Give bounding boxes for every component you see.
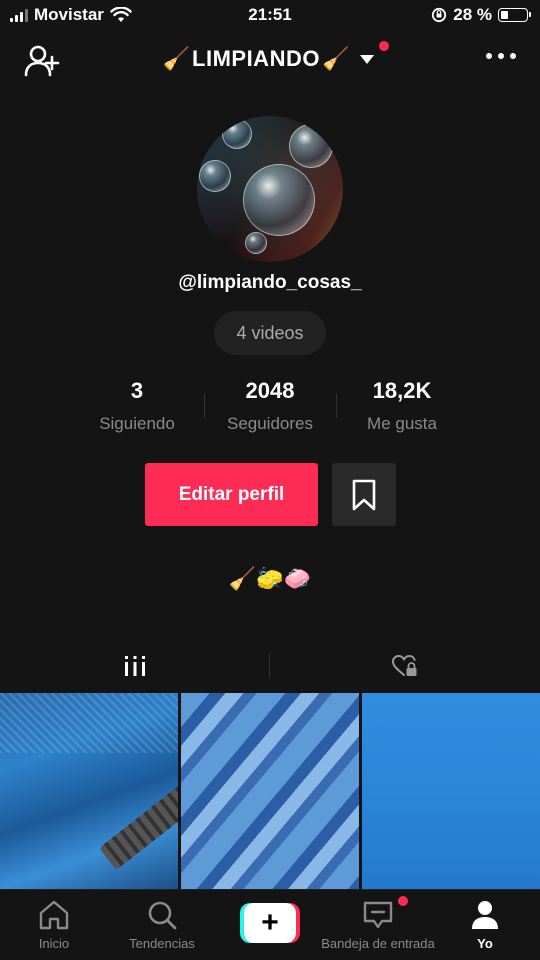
username: @limpiando_cosas_	[178, 272, 362, 293]
grid-icon	[125, 656, 145, 676]
video-thumbnail[interactable]	[362, 693, 540, 889]
profile-bio: 🧹🧽🧼	[228, 566, 312, 591]
nav-label: Tendencias	[129, 936, 195, 951]
profile-stats: 3 Siguiendo 2048 Seguidores 18,2K Me gus…	[0, 378, 540, 438]
nav-label: Yo	[477, 936, 493, 951]
stat-value: 3	[130, 378, 144, 403]
stat-label: Seguidores	[226, 414, 313, 433]
chevron-down-icon	[357, 41, 390, 69]
content-tabs	[0, 640, 540, 692]
create-button[interactable]: +	[240, 903, 300, 943]
broom-emoji: 🧹	[162, 46, 191, 71]
dot-icon	[498, 53, 504, 59]
bookmark-icon	[352, 479, 376, 510]
dot-icon	[486, 53, 492, 59]
stat-following[interactable]: 3 Siguiendo	[62, 378, 212, 434]
search-icon	[148, 901, 177, 930]
video-thumbnail[interactable]	[181, 693, 359, 889]
dot-icon	[510, 53, 516, 59]
avatar[interactable]	[197, 116, 343, 262]
plus-icon: +	[244, 903, 296, 943]
nav-label: Inicio	[38, 936, 70, 951]
stat-value: 18,2K	[372, 378, 432, 403]
tab-videos[interactable]	[0, 640, 270, 692]
notification-dot	[379, 41, 390, 51]
notification-dot	[398, 896, 408, 906]
profile-icon	[472, 901, 498, 929]
orientation-lock-icon	[432, 7, 447, 23]
stat-value: 2048	[245, 378, 295, 403]
battery-percent: 28 %	[453, 5, 492, 24]
nav-home[interactable]: Inicio	[18, 890, 90, 960]
broom-emoji: 🧹	[321, 46, 350, 71]
heart-lock-icon	[392, 655, 417, 676]
home-icon	[39, 900, 69, 930]
profile-title: LIMPIANDO	[192, 46, 320, 71]
nav-profile[interactable]: Yo	[455, 890, 515, 960]
profile-header: 🧹 LIMPIANDO 🧹	[0, 40, 540, 84]
nav-label: Bandeja de entrada	[321, 936, 435, 951]
status-right: 28 %	[431, 5, 531, 25]
nav-inbox[interactable]: Bandeja de entrada	[308, 890, 448, 960]
account-switcher[interactable]: 🧹 LIMPIANDO 🧹	[0, 41, 540, 72]
status-bar: Movistar 21:51 28 %	[0, 0, 540, 30]
videos-count-pill[interactable]: 4 videos	[214, 311, 326, 355]
battery-icon	[498, 8, 531, 22]
tab-liked-private[interactable]	[270, 640, 540, 692]
stat-likes[interactable]: 18,2K Me gusta	[327, 378, 477, 434]
stat-followers[interactable]: 2048 Seguidores	[195, 378, 345, 434]
battery-level	[501, 11, 508, 19]
video-thumbnail[interactable]	[0, 693, 178, 889]
edit-profile-button[interactable]: Editar perfil	[145, 463, 318, 526]
nav-discover[interactable]: Tendencias	[112, 890, 212, 960]
stat-label: Me gusta	[367, 414, 437, 433]
more-options-button[interactable]	[486, 53, 516, 59]
inbox-icon	[363, 901, 393, 929]
video-grid	[0, 693, 540, 889]
favorites-button[interactable]	[332, 463, 396, 526]
bottom-navigation: Inicio Tendencias + Bandeja de entrada Y…	[0, 889, 540, 960]
stat-label: Siguiendo	[99, 414, 175, 433]
